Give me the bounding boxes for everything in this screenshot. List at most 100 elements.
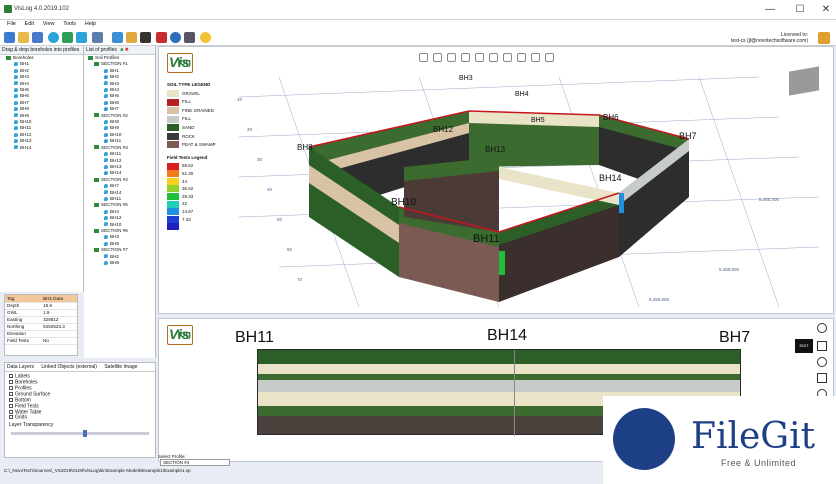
menu-view[interactable]: View [43, 21, 55, 27]
close-button[interactable]: ✕ [818, 4, 834, 15]
tab-linked-objects[interactable]: Linked Objects (external) [41, 364, 97, 370]
pdf-icon[interactable] [156, 32, 167, 43]
borehole-pin-icon [104, 81, 108, 86]
view-3d[interactable]: Vis log SOIL TYPE LEGEND GRAVEL FILL FINE G… [158, 46, 834, 314]
axis-tick-label: 20 [247, 127, 253, 132]
transparency-label: Layer Transparency [9, 422, 54, 429]
checkbox-icon[interactable] [9, 403, 13, 408]
borehole-pin-icon [104, 196, 108, 201]
field-test-bar [619, 193, 624, 213]
menu-tools[interactable]: Tools [63, 21, 76, 27]
menu-help[interactable]: Help [85, 21, 96, 27]
property-value: 328812 [41, 316, 77, 324]
bh-label-3d: BH5 [531, 117, 545, 124]
borehole-pin-icon [14, 68, 18, 73]
status-path: C:\_NovoTech\Sources\_VS2019\GUM\VisLog\… [4, 468, 191, 473]
fence-diagram [308, 110, 690, 302]
tab-data-layers[interactable]: Data Layers [7, 364, 34, 370]
checkbox-icon[interactable] [9, 391, 13, 396]
profiles-tree: Soil Profiles SECTION #1 BH1 BH2 BH3 BH4 BH5 B… [84, 55, 155, 266]
section-folder-icon [94, 203, 99, 208]
print-icon[interactable] [184, 32, 195, 43]
borehole-pin-icon [104, 107, 108, 112]
property-value: No [41, 337, 77, 345]
borehole-pin-icon [14, 94, 18, 99]
property-value: 16.6 [41, 302, 77, 310]
section-folder-icon [94, 228, 99, 233]
checkbox-icon[interactable] [9, 415, 13, 420]
borehole-pin-icon [104, 87, 108, 92]
tab-satellite-image[interactable]: Satellite Image [104, 364, 137, 370]
grid-value-label: 5,450,400 [759, 197, 780, 202]
open-folder-icon[interactable] [18, 32, 29, 43]
borehole-pin-icon [14, 139, 18, 144]
borehole-pin-icon [104, 132, 108, 137]
borehole-pin-icon [14, 132, 18, 137]
section-folder-icon [94, 177, 99, 182]
profile-select-box[interactable]: SECTION #4 [160, 459, 230, 466]
borehole-icon[interactable] [48, 32, 59, 43]
borehole-pin-icon [104, 151, 108, 156]
checkbox-icon[interactable] [9, 397, 13, 402]
license-info: Licensed to: test-cs (jf@novotechsoftwar… [730, 32, 808, 44]
bh-label-3d: BH3 [459, 75, 473, 82]
borehole-pin-icon [14, 81, 18, 86]
pan-2d-icon[interactable] [817, 373, 827, 383]
model-3d-canvas[interactable] [159, 47, 835, 315]
minimize-button[interactable]: — [762, 4, 778, 15]
profile-borehole-item[interactable]: BH8 [88, 260, 155, 266]
help-icon[interactable] [200, 32, 211, 43]
delete-profile-icon[interactable]: ✖ [125, 47, 129, 53]
slider-handle[interactable] [83, 429, 87, 437]
borehole-pin-icon [14, 100, 18, 105]
axis-tick-label: 70 [297, 277, 303, 282]
add-profile-icon[interactable]: ■ [120, 47, 123, 53]
vislog-logo-2d: Vis log [167, 325, 193, 345]
zoom-extents-icon[interactable] [817, 341, 827, 351]
layers-tabs: Data Layers Linked Objects (external) Sa… [5, 363, 155, 372]
check-icon[interactable] [62, 32, 73, 43]
profiles-panel: List of profiles ■ ✖ Soil Profiles SECTI… [84, 46, 156, 358]
image-icon[interactable] [112, 32, 123, 43]
axis-tick-label: 60 [287, 247, 293, 252]
zoom-in-2d-icon[interactable] [817, 357, 827, 367]
bh-label-3d: BH4 [515, 91, 529, 98]
borehole-pin-icon [14, 75, 18, 79]
borehole-pin-icon [14, 145, 18, 150]
menu-bar: File Edit View Tools Help [0, 20, 836, 30]
borehole-pin-icon [104, 119, 108, 124]
wrench-icon[interactable] [92, 32, 103, 43]
new-file-icon[interactable] [4, 32, 15, 43]
menu-edit[interactable]: Edit [25, 21, 34, 27]
prop-header-tag: Tag [5, 295, 42, 303]
globe-icon[interactable] [170, 32, 181, 43]
grid-value-label: 5,450,500 [719, 267, 740, 272]
move-icon[interactable] [76, 32, 87, 43]
layer-checkbox[interactable]: Grids [5, 415, 155, 421]
save-icon[interactable] [32, 32, 43, 43]
checkbox-icon[interactable] [9, 379, 13, 384]
property-key: Field Tests [5, 337, 42, 345]
bh-label-3d: BH7 [679, 131, 697, 141]
view-mode-icon[interactable] [817, 323, 827, 333]
checkbox-icon[interactable] [9, 374, 13, 378]
profile-select[interactable]: Select Profile: SECTION #4 [158, 454, 258, 466]
profiles-panel-header: List of profiles ■ ✖ [84, 46, 155, 55]
layers-icon[interactable] [126, 32, 137, 43]
bh-label-2d: BH11 [235, 329, 274, 346]
property-value: 1.9 [41, 309, 77, 317]
borehole-item[interactable]: BH14 [6, 145, 83, 151]
brightness-icon[interactable] [140, 32, 151, 43]
checkbox-icon[interactable] [9, 385, 13, 390]
checkbox-icon[interactable] [9, 409, 13, 414]
borehole-pin-icon [14, 113, 18, 118]
section-folder-icon [94, 62, 99, 67]
bh-label-3d: BH12 [433, 125, 454, 134]
transparency-slider[interactable] [11, 429, 149, 437]
edit-label[interactable]: EDIT [795, 339, 813, 353]
property-row: Easting 328812 [5, 316, 77, 324]
borehole-pin-icon [104, 235, 108, 240]
property-value [41, 330, 77, 338]
menu-file[interactable]: File [7, 21, 16, 27]
maximize-button[interactable]: ☐ [792, 4, 808, 15]
